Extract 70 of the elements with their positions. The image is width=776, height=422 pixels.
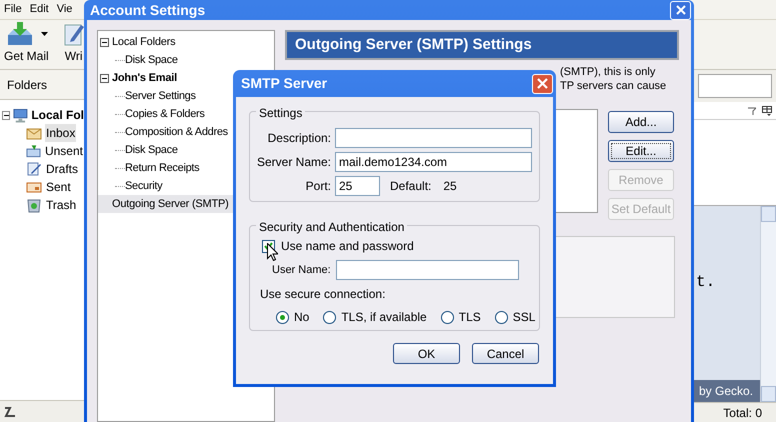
radio-label[interactable]: TLS, if available	[341, 308, 427, 326]
pane-header: Folders	[0, 70, 84, 100]
dialog-button[interactable]: Add...	[608, 111, 674, 133]
menu-item[interactable]: Edit	[30, 1, 49, 18]
scrollbar[interactable]	[760, 206, 776, 402]
field-label: Port:	[304, 178, 331, 195]
preview-banner: by Gecko.	[694, 380, 760, 402]
toolbar-button[interactable]: Wri	[62, 21, 85, 65]
tree-item[interactable]: Return Receipts	[125, 160, 200, 176]
description-text: TP servers can cause	[560, 79, 666, 93]
tree-item[interactable]: Local Folders	[112, 34, 176, 50]
radio-button[interactable]	[276, 310, 289, 324]
field-label: Use secure connection:	[260, 286, 386, 303]
folder-label[interactable]: Unsent	[44, 142, 84, 160]
envelope-icon	[26, 180, 42, 194]
field-label: Server Name:	[256, 154, 331, 171]
default-port-value: 25	[443, 178, 457, 195]
tree-item[interactable]: John's Email	[112, 70, 178, 86]
radio-label[interactable]: SSL	[512, 308, 536, 326]
radio-button[interactable]	[440, 310, 454, 324]
folder-label[interactable]: Drafts	[45, 160, 80, 178]
folder-label[interactable]: Local Fol	[31, 106, 84, 124]
radio-button[interactable]	[323, 310, 336, 324]
computer-icon	[13, 108, 28, 122]
section-heading: Outgoing Server (SMTP) Settings	[285, 30, 679, 60]
column-picker-icon[interactable]	[762, 106, 772, 116]
envelope-icon	[26, 126, 42, 140]
close-icon	[537, 78, 548, 89]
tree-item[interactable]: Disk Space	[125, 52, 178, 68]
search-field[interactable]	[698, 74, 772, 98]
radio-label[interactable]: TLS	[458, 308, 481, 326]
menu-item[interactable]: Vie	[56, 1, 72, 18]
menu-item[interactable]: File	[4, 1, 22, 18]
envelope-arrow-icon	[26, 144, 41, 158]
dialog-button[interactable]: Edit...	[608, 140, 674, 162]
field-label: Default:	[390, 178, 432, 195]
window-title: Account Settings	[90, 0, 206, 20]
collapse-toggle-icon[interactable]	[2, 110, 10, 120]
folder-label[interactable]: Trash	[45, 196, 78, 214]
field-label: Description:	[266, 130, 331, 147]
dialog-button[interactable]: OK	[393, 343, 460, 364]
checkbox-label[interactable]: Use name and password	[281, 237, 414, 255]
tree-item[interactable]: Copies & Folders	[125, 106, 205, 122]
tree-item[interactable]: Composition & Addres	[125, 124, 228, 140]
description-field[interactable]	[335, 128, 532, 148]
trash-can-icon	[26, 198, 42, 212]
radio-button[interactable]	[494, 310, 508, 324]
field-label: User Name:	[272, 262, 330, 278]
toolbar-button[interactable]: Get Mail	[4, 21, 49, 65]
status-total: Total: 0	[723, 404, 762, 422]
radio-label[interactable]: No	[294, 308, 310, 326]
dialog-title: SMTP Server	[241, 74, 328, 93]
preview-text: t.	[695, 272, 716, 293]
dropdown-caret-icon	[40, 32, 48, 36]
tree-item[interactable]: Disk Space	[125, 142, 178, 158]
tree-item[interactable]: Security	[125, 178, 162, 194]
port-field[interactable]: 25	[335, 176, 380, 196]
description-text: (SMTP), this is only	[560, 65, 656, 79]
close-button[interactable]	[670, 0, 691, 20]
dialog-button[interactable]: Cancel	[472, 343, 539, 364]
tree-item[interactable]: Server Settings	[125, 88, 196, 104]
close-button[interactable]	[532, 74, 553, 94]
pen-document-icon	[26, 162, 42, 176]
folder-label[interactable]: Inbox	[45, 124, 76, 142]
close-icon	[676, 5, 686, 15]
collapse-toggle-icon[interactable]	[100, 38, 109, 46]
server-name-field[interactable]: mail.demo1234.com	[335, 152, 532, 172]
user-name-field[interactable]	[336, 260, 519, 280]
folder-label[interactable]: Sent	[45, 178, 72, 196]
collapse-toggle-icon[interactable]	[100, 74, 109, 82]
